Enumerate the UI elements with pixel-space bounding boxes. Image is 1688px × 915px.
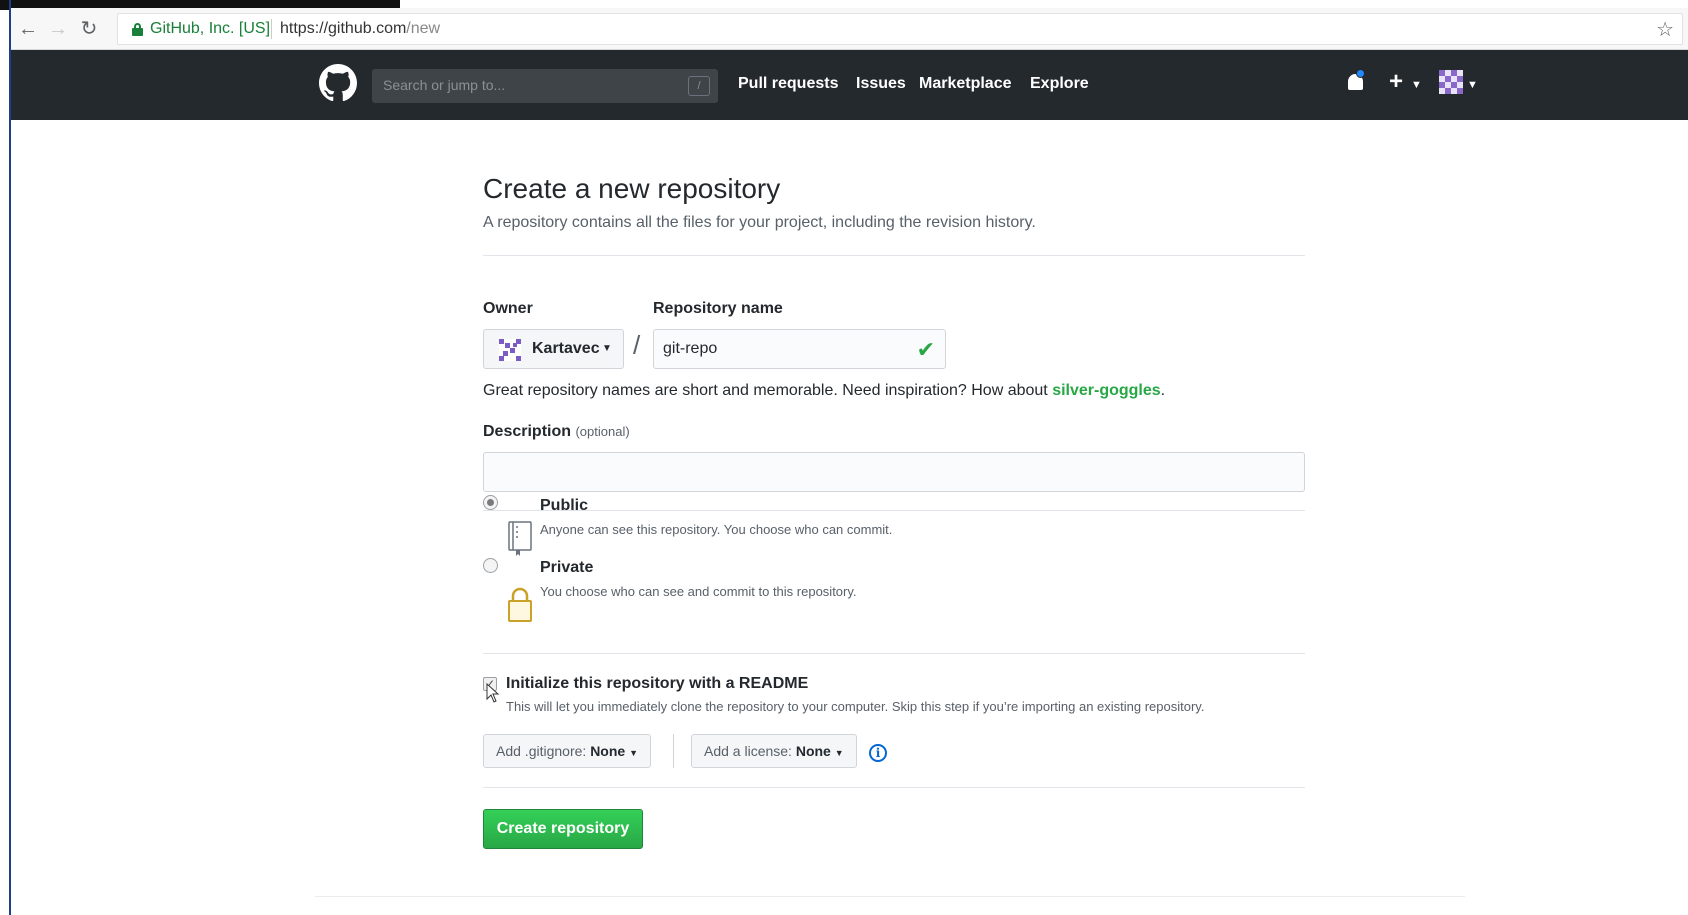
name-hint-suffix: . bbox=[1160, 382, 1166, 399]
name-hint: Great repository names are short and mem… bbox=[483, 382, 1165, 400]
avatar[interactable] bbox=[1439, 70, 1463, 94]
page-subtitle: A repository contains all the files for … bbox=[483, 214, 1036, 231]
search-input[interactable]: Search or jump to... / bbox=[372, 69, 718, 103]
gitignore-value: None bbox=[590, 743, 626, 759]
page-title: Create a new repository bbox=[483, 173, 781, 204]
forward-arrow-icon[interactable]: → bbox=[47, 18, 69, 40]
footer-divider bbox=[315, 896, 1465, 897]
back-arrow-icon[interactable]: ← bbox=[17, 18, 39, 40]
github-logo-icon[interactable] bbox=[319, 64, 357, 102]
divider bbox=[483, 653, 1305, 654]
license-label: Add a license: bbox=[704, 743, 792, 759]
lock-icon bbox=[508, 587, 532, 622]
chevron-down-icon: ▼ bbox=[629, 748, 638, 758]
chevron-down-icon: ▼ bbox=[834, 748, 844, 758]
repo-name-input[interactable]: git-repo ✔ bbox=[653, 329, 946, 369]
create-repository-button[interactable]: Create repository bbox=[483, 809, 643, 849]
url-host: https://github.com bbox=[280, 20, 407, 37]
owner-label: Owner bbox=[483, 300, 533, 317]
check-icon: ✔ bbox=[916, 337, 935, 362]
url-divider bbox=[271, 19, 272, 39]
init-readme-title: Initialize this repository with a README bbox=[506, 675, 809, 692]
description-optional: (optional) bbox=[575, 424, 630, 439]
repo-name-value: git-repo bbox=[663, 340, 718, 357]
owner-avatar bbox=[499, 339, 521, 361]
search-placeholder: Search or jump to... bbox=[383, 77, 506, 93]
private-title: Private bbox=[540, 559, 594, 576]
plus-icon[interactable]: + bbox=[1389, 68, 1403, 96]
license-value: None bbox=[795, 743, 831, 759]
public-radio[interactable] bbox=[483, 495, 498, 510]
name-suggestion-link[interactable]: silver-goggles bbox=[1052, 382, 1160, 399]
address-bar[interactable]: GitHub, Inc. [US] https://github.com/new… bbox=[117, 13, 1683, 45]
repo-name-label: Repository name bbox=[653, 300, 783, 317]
url-text: https://github.com/new bbox=[280, 20, 440, 38]
description-label: Description (optional) bbox=[483, 423, 630, 441]
gitignore-label: Add .gitignore: bbox=[496, 743, 587, 759]
notification-dot bbox=[1356, 69, 1365, 78]
license-select[interactable]: Add a license: None ▼ bbox=[691, 734, 857, 768]
divider bbox=[483, 255, 1305, 256]
reload-icon[interactable]: ↻ bbox=[78, 18, 100, 40]
name-hint-text: Great repository names are short and mem… bbox=[483, 382, 1053, 399]
owner-repo-separator: / bbox=[633, 330, 641, 360]
github-header: Search or jump to... / Pull requests Iss… bbox=[11, 50, 1688, 120]
url-path: /new bbox=[406, 20, 441, 37]
lock-icon bbox=[132, 23, 143, 36]
site-identity: GitHub, Inc. [US] bbox=[150, 20, 271, 37]
chevron-down-icon: ▼ bbox=[1467, 79, 1478, 91]
public-title: Public bbox=[540, 497, 589, 514]
info-icon[interactable]: i bbox=[869, 744, 887, 762]
init-readme-desc: This will let you immediately clone the … bbox=[506, 699, 1205, 714]
bookmark-star-icon[interactable]: ☆ bbox=[1656, 17, 1674, 42]
private-radio[interactable] bbox=[483, 558, 498, 573]
description-input[interactable] bbox=[483, 452, 1305, 492]
gitignore-select[interactable]: Add .gitignore: None ▼ bbox=[483, 734, 651, 768]
nav-marketplace[interactable]: Marketplace bbox=[919, 75, 1012, 93]
search-shortcut-key: / bbox=[688, 76, 710, 96]
divider bbox=[483, 787, 1305, 788]
private-desc: You choose who can see and commit to thi… bbox=[540, 584, 857, 599]
chevron-down-icon: ▼ bbox=[602, 343, 612, 354]
owner-select[interactable]: Kartavec ▼ bbox=[483, 329, 624, 369]
bell-icon[interactable] bbox=[1346, 69, 1366, 93]
public-desc: Anyone can see this repository. You choo… bbox=[540, 522, 893, 537]
description-label-text: Description bbox=[483, 423, 572, 440]
chevron-down-icon: ▼ bbox=[1411, 79, 1422, 91]
window-left-border bbox=[9, 0, 11, 915]
repo-icon bbox=[508, 521, 532, 556]
nav-pull-requests[interactable]: Pull requests bbox=[738, 75, 838, 93]
divider bbox=[483, 510, 1305, 511]
nav-issues[interactable]: Issues bbox=[856, 75, 906, 93]
select-divider bbox=[673, 734, 674, 768]
nav-explore[interactable]: Explore bbox=[1030, 75, 1089, 93]
browser-toolbar: ← → ↻ GitHub, Inc. [US] https://github.c… bbox=[11, 8, 1688, 50]
mouse-cursor-icon bbox=[486, 683, 500, 703]
owner-name: Kartavec bbox=[532, 340, 600, 357]
